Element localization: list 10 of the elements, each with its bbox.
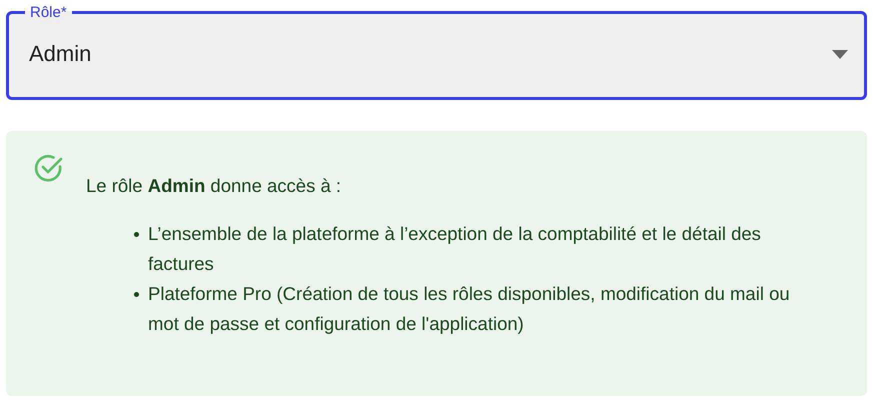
list-item: L’ensemble de la plateforme à l’exception de la comptabilité et le détail des factures (148, 222, 762, 276)
role-select[interactable]: Rôle* Admin (6, 4, 867, 100)
bullet-icon (134, 232, 139, 237)
bullet-icon (134, 292, 139, 297)
select-value: Admin (29, 41, 92, 67)
check-circle-icon (34, 153, 64, 183)
list-item: Plateforme Pro (Création de tous les rôles disponibles, modification du mail ou mot de passe et configuration de l'application) (148, 282, 791, 336)
field-label: Rôle* (29, 4, 68, 21)
info-text: Le rôle Admin donne accès à : (86, 175, 342, 197)
caret-icon (832, 50, 848, 58)
